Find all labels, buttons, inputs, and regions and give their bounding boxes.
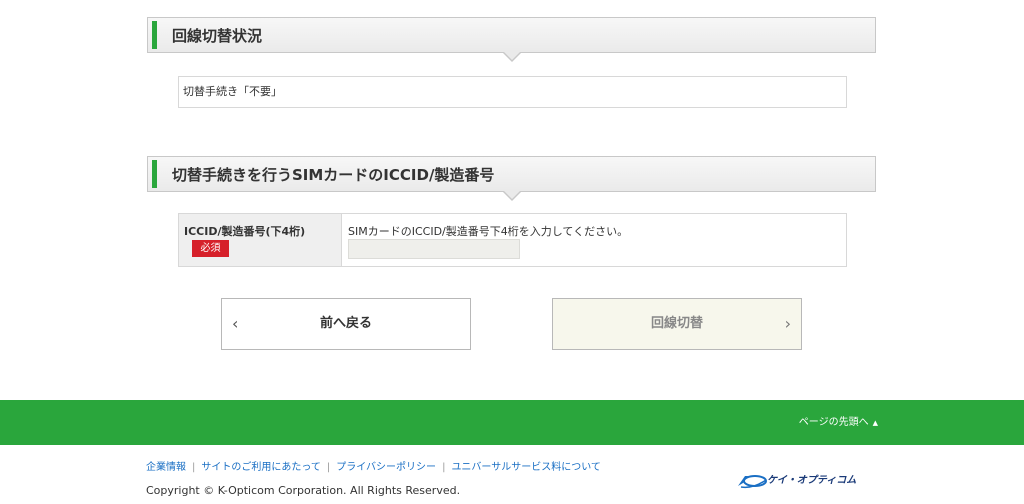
line-status-text: 切替手続き「不要」	[183, 85, 282, 98]
triangle-up-icon: ▲	[872, 419, 878, 427]
line-status-box: 切替手続き「不要」	[178, 76, 847, 108]
iccid-input[interactable]	[348, 239, 520, 259]
page-top-link[interactable]: ページの先頭へ ▲	[799, 400, 878, 446]
footer-link-privacy[interactable]: プライバシーポリシー	[336, 462, 436, 473]
section-title: 回線切替状況	[172, 27, 263, 45]
required-badge: 必須	[192, 240, 229, 257]
section-title: 切替手続きを行うSIMカードのICCID/製造番号	[172, 166, 495, 184]
iccid-field-label: ICCID/製造番号(下4桁)	[184, 225, 306, 238]
iccid-help-text: SIMカードのICCID/製造番号下4桁を入力してください。	[348, 225, 629, 238]
back-button[interactable]: ‹ 前へ戻る	[221, 298, 471, 350]
iccid-label-cell: ICCID/製造番号(下4桁) 必須	[179, 214, 342, 266]
section-accent-bar	[152, 21, 157, 49]
footer-link-company[interactable]: 企業情報	[146, 462, 186, 473]
page-top-band: ページの先頭へ ▲	[0, 400, 1024, 445]
footer-link-universal-service[interactable]: ユニバーサルサービス料について	[451, 462, 601, 473]
footer-link-terms[interactable]: サイトのご利用にあたって	[201, 462, 321, 473]
section-header-line-status: 回線切替状況	[147, 17, 876, 62]
logo-swoosh-icon	[738, 475, 767, 489]
company-logo: ケイ・オプティコム	[737, 472, 879, 490]
chevron-right-icon: ›	[784, 314, 791, 333]
copyright: Copyright © K-Opticom Corporation. All R…	[146, 484, 461, 497]
section-header-iccid: 切替手続きを行うSIMカードのICCID/製造番号	[147, 156, 876, 201]
iccid-form-table: ICCID/製造番号(下4桁) 必須 SIMカードのICCID/製造番号下4桁を…	[178, 213, 847, 267]
line-switch-button[interactable]: 回線切替 ›	[552, 298, 802, 350]
logo-text: ケイ・オプティコム	[767, 475, 857, 486]
footer-links: 企業情報 | サイトのご利用にあたって | プライバシーポリシー | ユニバーサルサービス料…	[146, 462, 601, 473]
section-accent-bar	[152, 160, 157, 188]
